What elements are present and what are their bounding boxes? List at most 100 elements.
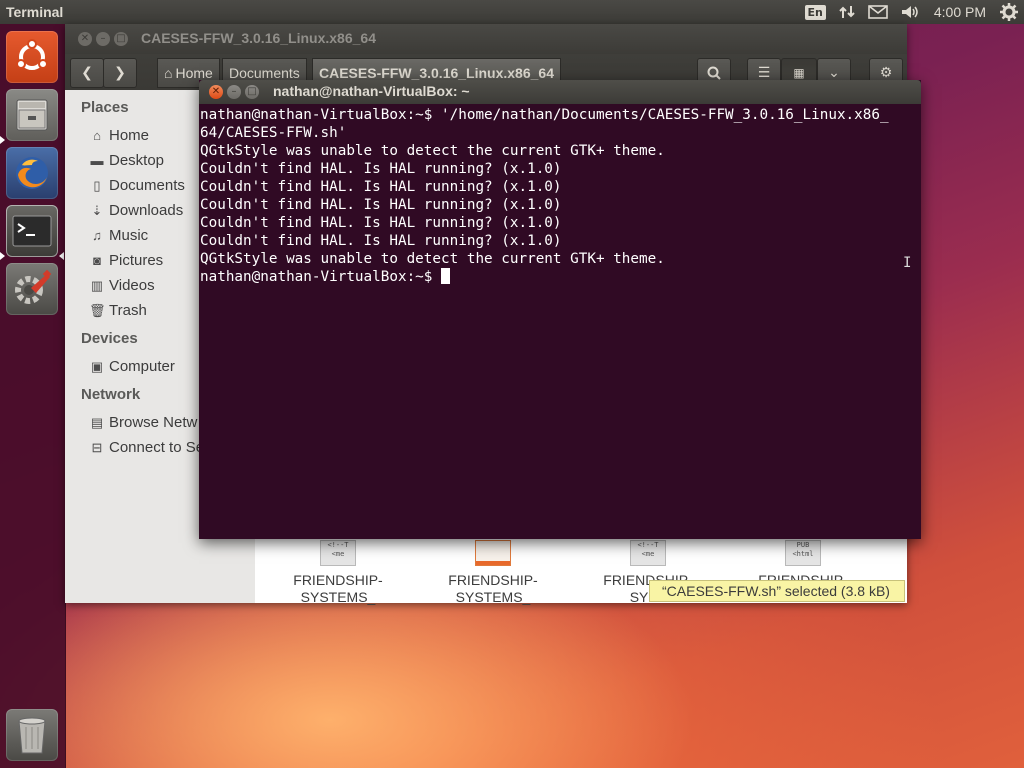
sidebar-item-label: Home xyxy=(109,127,150,144)
trash-icon: 🗑 xyxy=(89,302,106,318)
sidebar-item-documents[interactable]: ▯ Documents xyxy=(89,177,185,194)
sidebar-item-music[interactable]: ♫ Music xyxy=(89,227,148,244)
search-icon xyxy=(707,66,721,80)
forward-button[interactable]: ❯ xyxy=(103,58,137,88)
minimize-button[interactable]: – xyxy=(96,32,110,46)
terminal-line: Couldn't find HAL. Is HAL running? (x.1.… xyxy=(200,161,562,177)
network-icon[interactable] xyxy=(832,0,862,24)
sidebar-item-label: Music xyxy=(109,227,149,244)
maximize-button[interactable]: □ xyxy=(245,85,259,99)
close-button[interactable]: ✕ xyxy=(78,32,92,46)
file-name-line1: FRIENDSHIP- xyxy=(448,572,538,588)
mail-icon[interactable] xyxy=(862,0,894,24)
document-file-icon xyxy=(475,540,511,566)
sidebar-item-label: Trash xyxy=(109,302,147,319)
terminal-line: Couldn't find HAL. Is HAL running? (x.1.… xyxy=(200,179,562,195)
launcher xyxy=(0,24,66,768)
terminal-title: nathan@nathan-VirtualBox: ~ xyxy=(273,83,470,99)
desktop-icon: ▬ xyxy=(90,153,104,168)
sidebar-item-desktop[interactable]: ▬ Desktop xyxy=(89,152,165,169)
system-settings-icon[interactable] xyxy=(6,263,58,315)
videos-icon: ▥ xyxy=(90,277,104,293)
sidebar-item-label: Desktop xyxy=(109,152,165,169)
server-icon: ⊟ xyxy=(91,439,103,455)
indicator-area: En 4:00 PM xyxy=(799,0,1024,24)
sidebar-item-label: Downloads xyxy=(109,202,184,219)
running-indicator xyxy=(0,136,5,144)
mouse-ibeam-cursor: I xyxy=(903,255,912,271)
breadcrumb-label: Documents xyxy=(229,65,300,81)
keyboard-layout-icon[interactable]: En xyxy=(799,0,832,24)
terminal-window[interactable]: ✕ – □ nathan@nathan-VirtualBox: ~ nathan… xyxy=(199,80,921,539)
back-button[interactable]: ❮ xyxy=(70,58,104,88)
minimize-button[interactable]: – xyxy=(227,85,241,99)
trash-icon[interactable] xyxy=(6,709,58,761)
close-button[interactable]: ✕ xyxy=(209,85,223,99)
sidebar-item-downloads[interactable]: ⇣ Downloads xyxy=(89,202,184,219)
selection-status: “CAESES-FFW.sh” selected (3.8 kB) xyxy=(649,580,905,602)
file-item[interactable]: <!--T <me FRIENDSHIP- SYSTEMS_ xyxy=(263,540,413,606)
chevron-down-icon: ⌄ xyxy=(828,65,840,81)
pictures-icon: ◙ xyxy=(93,253,101,268)
volume-icon[interactable] xyxy=(894,0,926,24)
home-icon: ⌂ xyxy=(164,65,173,81)
terminal-titlebar[interactable]: ✕ – □ nathan@nathan-VirtualBox: ~ xyxy=(199,80,921,104)
list-view-icon: ☰ xyxy=(757,65,771,81)
sidebar-item-browse-network[interactable]: ▤ Browse Netw xyxy=(89,414,198,431)
sidebar-item-label: Computer xyxy=(109,358,175,375)
terminal-line: Couldn't find HAL. Is HAL running? (x.1.… xyxy=(200,233,562,249)
grid-view-icon: ▦ xyxy=(793,66,805,80)
sidebar-item-computer[interactable]: ▣ Computer xyxy=(89,358,175,375)
text-cursor xyxy=(441,268,451,284)
music-icon: ♫ xyxy=(92,228,102,243)
top-panel: Terminal En 4:00 PM xyxy=(0,0,1024,24)
focused-indicator xyxy=(59,252,64,260)
html-file-icon: <!--T <me xyxy=(320,540,356,566)
sidebar-item-label: Videos xyxy=(109,277,155,294)
devices-heading: Devices xyxy=(81,330,138,347)
terminal-output[interactable]: nathan@nathan-VirtualBox:~$ '/home/natha… xyxy=(200,106,920,536)
html-file-icon: PUB <html xyxy=(785,540,821,566)
documents-icon: ▯ xyxy=(93,177,101,193)
sidebar-item-label: Documents xyxy=(109,177,185,194)
sidebar-item-trash[interactable]: 🗑 Trash xyxy=(89,302,147,319)
computer-icon: ▣ xyxy=(90,358,104,374)
breadcrumb-label: Home xyxy=(175,65,213,81)
file-name-line1: FRIENDSHIP- xyxy=(293,572,383,588)
network-icon: ▤ xyxy=(90,414,104,430)
file-manager-titlebar[interactable]: ✕ – □ CAESES-FFW_3.0.16_Linux.x86_64 xyxy=(65,24,907,54)
terminal-line: nathan@nathan-VirtualBox:~$ '/home/natha… xyxy=(200,107,889,123)
sidebar-item-home[interactable]: ⌂ Home xyxy=(89,127,149,144)
terminal-prompt-line[interactable]: nathan@nathan-VirtualBox:~$ xyxy=(200,268,920,286)
files-icon[interactable] xyxy=(6,89,58,141)
clock[interactable]: 4:00 PM xyxy=(926,4,994,20)
window-title: CAESES-FFW_3.0.16_Linux.x86_64 xyxy=(141,30,376,46)
maximize-button[interactable]: □ xyxy=(114,32,128,46)
terminal-line: QGtkStyle was unable to detect the curre… xyxy=(200,143,665,159)
network-heading: Network xyxy=(81,386,141,403)
settings-gear-icon[interactable] xyxy=(994,0,1024,24)
sidebar-item-connect-server[interactable]: ⊟ Connect to Se xyxy=(89,439,205,456)
gear-icon: ⚙ xyxy=(879,65,893,81)
terminal-line: Couldn't find HAL. Is HAL running? (x.1.… xyxy=(200,197,562,213)
terminal-line: 64/CAESES-FFW.sh' xyxy=(200,125,347,141)
terminal-line: QGtkStyle was unable to detect the curre… xyxy=(200,251,665,267)
sidebar-item-label: Connect to Se xyxy=(109,439,205,456)
running-indicator xyxy=(0,252,5,260)
places-heading: Places xyxy=(81,99,129,116)
sidebar-item-label: Browse Netw xyxy=(109,414,198,431)
firefox-icon[interactable] xyxy=(6,147,58,199)
file-name-line2: SYSTEMS_ xyxy=(300,589,376,605)
terminal-line: Couldn't find HAL. Is HAL running? (x.1.… xyxy=(200,215,562,231)
html-file-icon: <!--T <me xyxy=(630,540,666,566)
sidebar-item-label: Pictures xyxy=(109,252,164,269)
sidebar-item-pictures[interactable]: ◙ Pictures xyxy=(89,252,163,269)
home-icon: ⌂ xyxy=(93,128,101,143)
sidebar-item-videos[interactable]: ▥ Videos xyxy=(89,277,155,294)
ubuntu-dash-icon[interactable] xyxy=(6,31,58,83)
breadcrumb-label: CAESES-FFW_3.0.16_Linux.x86_64 xyxy=(319,65,554,81)
terminal-prompt: nathan@nathan-VirtualBox:~$ xyxy=(200,269,442,285)
file-item[interactable]: FRIENDSHIP- SYSTEMS_ xyxy=(418,540,568,606)
downloads-icon: ⇣ xyxy=(91,202,103,218)
terminal-icon[interactable] xyxy=(6,205,58,257)
